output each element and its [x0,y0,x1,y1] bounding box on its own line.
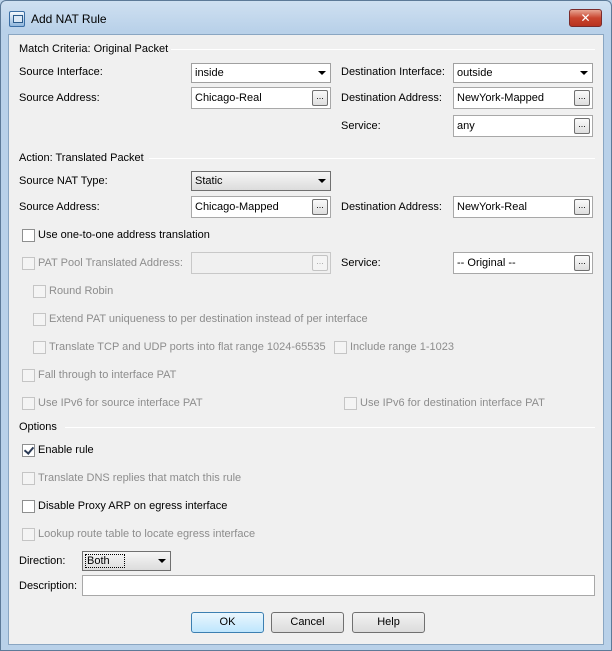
pat-pool-address-field[interactable]: ... [191,252,331,274]
original-service-value: any [457,120,475,132]
source-nat-type-value: Static [195,175,223,187]
source-interface-select[interactable]: inside [191,63,331,83]
direction-label: Direction: [19,555,66,567]
translate-tcp-udp-checkbox[interactable] [33,341,46,354]
translate-tcp-udp-label: Translate TCP and UDP ports into flat ra… [49,341,326,353]
source-nat-type-select[interactable]: Static [191,171,331,191]
translated-service-label: Service: [341,257,381,269]
ipv6-destination-checkbox[interactable] [344,397,357,410]
action-divider [149,158,595,159]
enable-rule-checkbox[interactable] [22,444,35,457]
include-range-label: Include range 1-1023 [350,341,454,353]
chevron-down-icon [158,559,166,563]
translated-service-value: -- Original -- [457,257,516,269]
source-address-label: Source Address: [19,92,100,104]
round-robin-checkbox[interactable] [33,285,46,298]
direction-select[interactable]: Both [82,551,171,571]
translated-source-address-field[interactable]: Chicago-Mapped ... [191,196,331,218]
action-title: Action: Translated Packet [19,152,144,164]
translated-service-browse-button[interactable]: ... [574,255,590,271]
close-button[interactable]: ✕ [569,9,602,27]
dialog-body: Match Criteria: Original Packet Source I… [8,34,604,645]
fall-through-checkbox[interactable] [22,369,35,382]
extend-pat-checkbox[interactable] [33,313,46,326]
title-bar[interactable]: Add NAT Rule ✕ [1,1,611,35]
ipv6-source-label: Use IPv6 for source interface PAT [38,397,203,409]
app-icon [9,11,25,27]
include-range-checkbox[interactable] [334,341,347,354]
translated-destination-address-label: Destination Address: [341,201,442,213]
original-service-field[interactable]: any ... [453,115,593,137]
chevron-down-icon [318,179,326,183]
disable-proxy-arp-label: Disable Proxy ARP on egress interface [38,500,228,512]
translate-dns-checkbox[interactable] [22,472,35,485]
ipv6-source-checkbox[interactable] [22,397,35,410]
one-to-one-label: Use one-to-one address translation [38,229,210,241]
destination-address-label: Destination Address: [341,92,442,104]
original-destination-address-value: NewYork-Mapped [457,92,545,104]
destination-interface-value: outside [457,67,493,79]
translated-destination-address-browse-button[interactable]: ... [574,199,590,215]
destination-interface-select[interactable]: outside [453,63,593,83]
original-source-address-browse-button[interactable]: ... [312,90,328,106]
match-criteria-title: Match Criteria: Original Packet [19,43,169,55]
original-source-address-value: Chicago-Real [195,92,262,104]
source-interface-label: Source Interface: [19,66,103,78]
one-to-one-checkbox[interactable] [22,229,35,242]
translated-destination-address-value: NewYork-Real [457,201,527,213]
fall-through-label: Fall through to interface PAT [38,369,177,381]
lookup-route-label: Lookup route table to locate egress inte… [38,528,256,540]
service-label: Service: [341,120,381,132]
translated-destination-address-field[interactable]: NewYork-Real ... [453,196,593,218]
chevron-down-icon [580,71,588,75]
add-nat-rule-dialog: Add NAT Rule ✕ Match Criteria: Original … [0,0,612,651]
original-destination-address-browse-button[interactable]: ... [574,90,590,106]
extend-pat-label: Extend PAT uniqueness to per destination… [49,313,368,325]
disable-proxy-arp-checkbox[interactable] [22,500,35,513]
translated-source-address-value: Chicago-Mapped [195,201,279,213]
ok-button[interactable]: OK [191,612,264,633]
options-title: Options [19,421,57,433]
translated-service-field[interactable]: -- Original -- ... [453,252,593,274]
help-button[interactable]: Help [352,612,425,633]
dialog-title: Add NAT Rule [31,12,107,26]
lookup-route-checkbox[interactable] [22,528,35,541]
original-source-address-field[interactable]: Chicago-Real ... [191,87,331,109]
translated-source-address-browse-button[interactable]: ... [312,199,328,215]
translated-source-address-label: Source Address: [19,201,100,213]
direction-value: Both [85,554,125,568]
ipv6-destination-label: Use IPv6 for destination interface PAT [360,397,545,409]
enable-rule-label: Enable rule [38,444,94,456]
description-label: Description: [19,580,78,592]
original-destination-address-field[interactable]: NewYork-Mapped ... [453,87,593,109]
pat-pool-checkbox[interactable] [22,257,35,270]
destination-interface-label: Destination Interface: [341,66,445,78]
source-nat-type-label: Source NAT Type: [19,175,108,187]
round-robin-label: Round Robin [49,285,114,297]
chevron-down-icon [318,71,326,75]
original-service-browse-button[interactable]: ... [574,118,590,134]
translate-dns-label: Translate DNS replies that match this ru… [38,472,242,484]
options-divider [65,427,595,428]
pat-pool-browse-button[interactable]: ... [312,255,328,271]
source-interface-value: inside [195,67,224,79]
description-field[interactable] [82,575,595,596]
match-criteria-divider [171,49,595,50]
cancel-button[interactable]: Cancel [271,612,344,633]
pat-pool-label: PAT Pool Translated Address: [38,257,183,269]
